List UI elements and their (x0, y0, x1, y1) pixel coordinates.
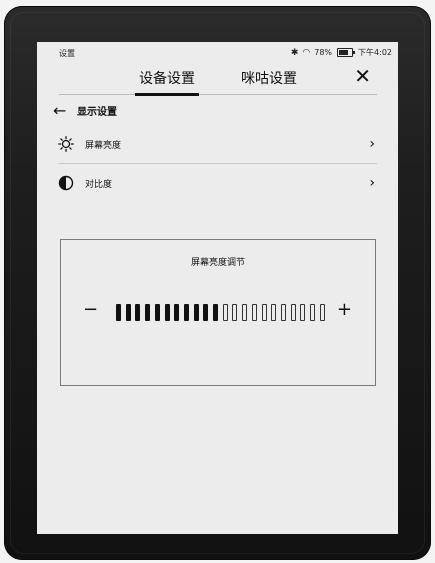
brightness-step[interactable] (232, 304, 238, 321)
brightness-step[interactable] (164, 304, 170, 321)
brightness-step[interactable] (183, 304, 189, 321)
brightness-step[interactable] (116, 304, 121, 321)
brightness-step[interactable] (154, 304, 160, 321)
tab-device-settings[interactable]: 设备设置 (135, 68, 199, 96)
chevron-right-icon: › (369, 136, 375, 152)
brightness-step[interactable] (251, 304, 257, 321)
brightness-step[interactable] (222, 304, 228, 321)
battery-percent: 78% (314, 48, 333, 57)
brightness-step[interactable] (261, 304, 267, 321)
brightness-step[interactable] (213, 304, 218, 321)
brightness-step[interactable] (300, 304, 306, 321)
battery-icon (337, 48, 356, 57)
panel-title: 屏幕亮度调节 (190, 258, 245, 268)
close-icon[interactable]: ✕ (354, 66, 371, 86)
status-right: ✱ ◠ 78% 下午4:02 (291, 47, 392, 58)
settings-item-label: 屏幕亮度 (85, 140, 122, 151)
divider (59, 163, 377, 164)
decrease-brightness-button[interactable]: − (83, 301, 98, 319)
brightness-slider[interactable] (116, 304, 328, 322)
brightness-panel: 屏幕亮度调节 − + (60, 239, 376, 386)
back-arrow-icon[interactable]: ← (53, 101, 73, 120)
bluetooth-icon: ✱ (290, 47, 299, 58)
tab-bar: 设备设置 咪咕设置 ✕ (59, 64, 377, 96)
back-row[interactable]: ← 显示设置 (53, 100, 117, 120)
status-title: 设置 (59, 49, 75, 58)
brightness-step[interactable] (280, 304, 286, 321)
brightness-step[interactable] (310, 304, 315, 321)
chevron-right-icon: › (369, 175, 375, 191)
brightness-step[interactable] (319, 304, 325, 321)
brightness-step[interactable] (271, 304, 277, 321)
status-time: 下午4:02 (358, 48, 392, 57)
settings-item-brightness[interactable]: 屏幕亮度 › (57, 129, 377, 159)
brightness-step[interactable] (145, 304, 151, 321)
tab-migu-settings[interactable]: 咪咕设置 (241, 68, 297, 88)
status-bar: 设置 ✱ ◠ 78% 下午4:02 (37, 42, 398, 62)
increase-brightness-button[interactable]: + (337, 301, 352, 319)
screen: 设置 ✱ ◠ 78% 下午4:02 设备设置 咪咕设置 ✕ ← 显示设置 屏幕亮… (37, 42, 398, 534)
brightness-step[interactable] (203, 304, 209, 321)
settings-item-contrast[interactable]: 对比度 › (57, 168, 377, 198)
brightness-step[interactable] (125, 304, 131, 321)
brightness-step[interactable] (174, 304, 180, 321)
contrast-icon (57, 174, 75, 192)
brightness-step[interactable] (290, 304, 296, 321)
brightness-step[interactable] (193, 304, 199, 321)
wifi-icon: ◠ (302, 47, 311, 58)
brightness-step[interactable] (135, 304, 141, 321)
sun-icon (57, 135, 75, 153)
brightness-step[interactable] (242, 304, 248, 321)
settings-item-label: 对比度 (85, 179, 113, 190)
page-title: 显示设置 (77, 106, 117, 118)
